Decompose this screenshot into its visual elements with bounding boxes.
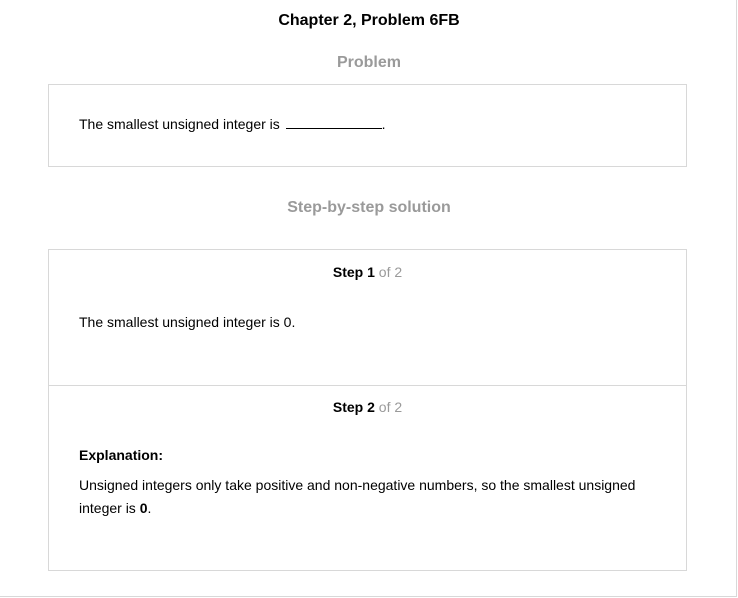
explanation-text: Unsigned integers only take positive and… <box>79 474 659 520</box>
problem-card: The smallest unsigned integer is . <box>48 84 687 167</box>
answer-blank <box>285 116 382 129</box>
step-1-of-count: of 2 <box>378 264 403 280</box>
page-title: Chapter 2, Problem 6FB <box>278 12 460 29</box>
problem-text: The smallest unsigned integer is <box>79 116 280 132</box>
explanation-answer: 0 <box>139 500 148 516</box>
step-2-of-count: of 2 <box>378 399 403 415</box>
solution-heading: Step-by-step solution <box>287 199 451 216</box>
step-2-label: Step 2 <box>332 399 375 415</box>
problem-statement: The smallest unsigned integer is . <box>79 115 386 133</box>
solution-card: Step 1 of 2 The smallest unsigned intege… <box>48 249 687 571</box>
explanation-line-2: integer is <box>79 500 136 516</box>
step-1-text: The smallest unsigned integer is 0. <box>79 314 296 330</box>
step-1: Step 1 of 2 The smallest unsigned intege… <box>49 250 686 386</box>
problem-heading: Problem <box>336 54 401 71</box>
step-2-header: Step 2 of 2 <box>49 398 686 416</box>
explanation-label: Explanation: <box>79 447 164 463</box>
step-1-header: Step 1 of 2 <box>49 263 686 281</box>
explanation-line-1: Unsigned integers only take positive and… <box>79 477 636 493</box>
explanation-end: . <box>147 500 152 516</box>
step-1-label: Step 1 <box>332 264 375 280</box>
problem-text-end: . <box>381 116 386 132</box>
step-2: Step 2 of 2 Explanation: Unsigned intege… <box>49 385 686 570</box>
